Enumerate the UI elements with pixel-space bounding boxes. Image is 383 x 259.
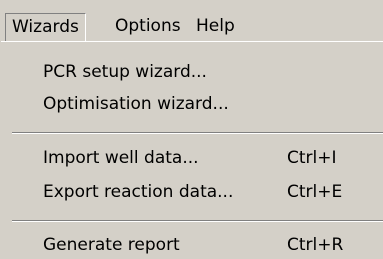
menu-item-shortcut: Ctrl+R [287, 235, 344, 255]
menu-item-generate-report[interactable]: Generate report Ctrl+R [9, 229, 379, 259]
menu-item-label: Generate report [43, 235, 180, 255]
menu-item-pcr-setup-wizard[interactable]: PCR setup wizard... [9, 56, 379, 88]
menu-item-import-well-data[interactable]: Import well data... Ctrl+I [9, 142, 379, 174]
menu-options[interactable]: Options [109, 13, 187, 40]
menu-item-label: Import well data... [43, 148, 199, 168]
menu-separator [12, 132, 383, 134]
menu-item-shortcut: Ctrl+E [287, 182, 343, 202]
menu-item-label: Optimisation wizard... [43, 94, 229, 114]
menu-item-export-reaction-data[interactable]: Export reaction data... Ctrl+E [9, 176, 379, 208]
wizards-dropdown-menu: PCR setup wizard... Optimisation wizard.… [0, 41, 383, 259]
menu-help[interactable]: Help [190, 13, 241, 40]
menu-item-label: Export reaction data... [43, 182, 234, 202]
application-window: Wizards Options Help PCR setup wizard...… [0, 0, 383, 259]
menu-separator [12, 220, 383, 222]
menu-item-shortcut: Ctrl+I [287, 148, 337, 168]
menu-item-label: PCR setup wizard... [43, 62, 207, 82]
menu-bar: Wizards Options Help [0, 0, 383, 41]
menu-wizards[interactable]: Wizards [5, 13, 86, 41]
menu-item-optimisation-wizard[interactable]: Optimisation wizard... [9, 88, 379, 120]
